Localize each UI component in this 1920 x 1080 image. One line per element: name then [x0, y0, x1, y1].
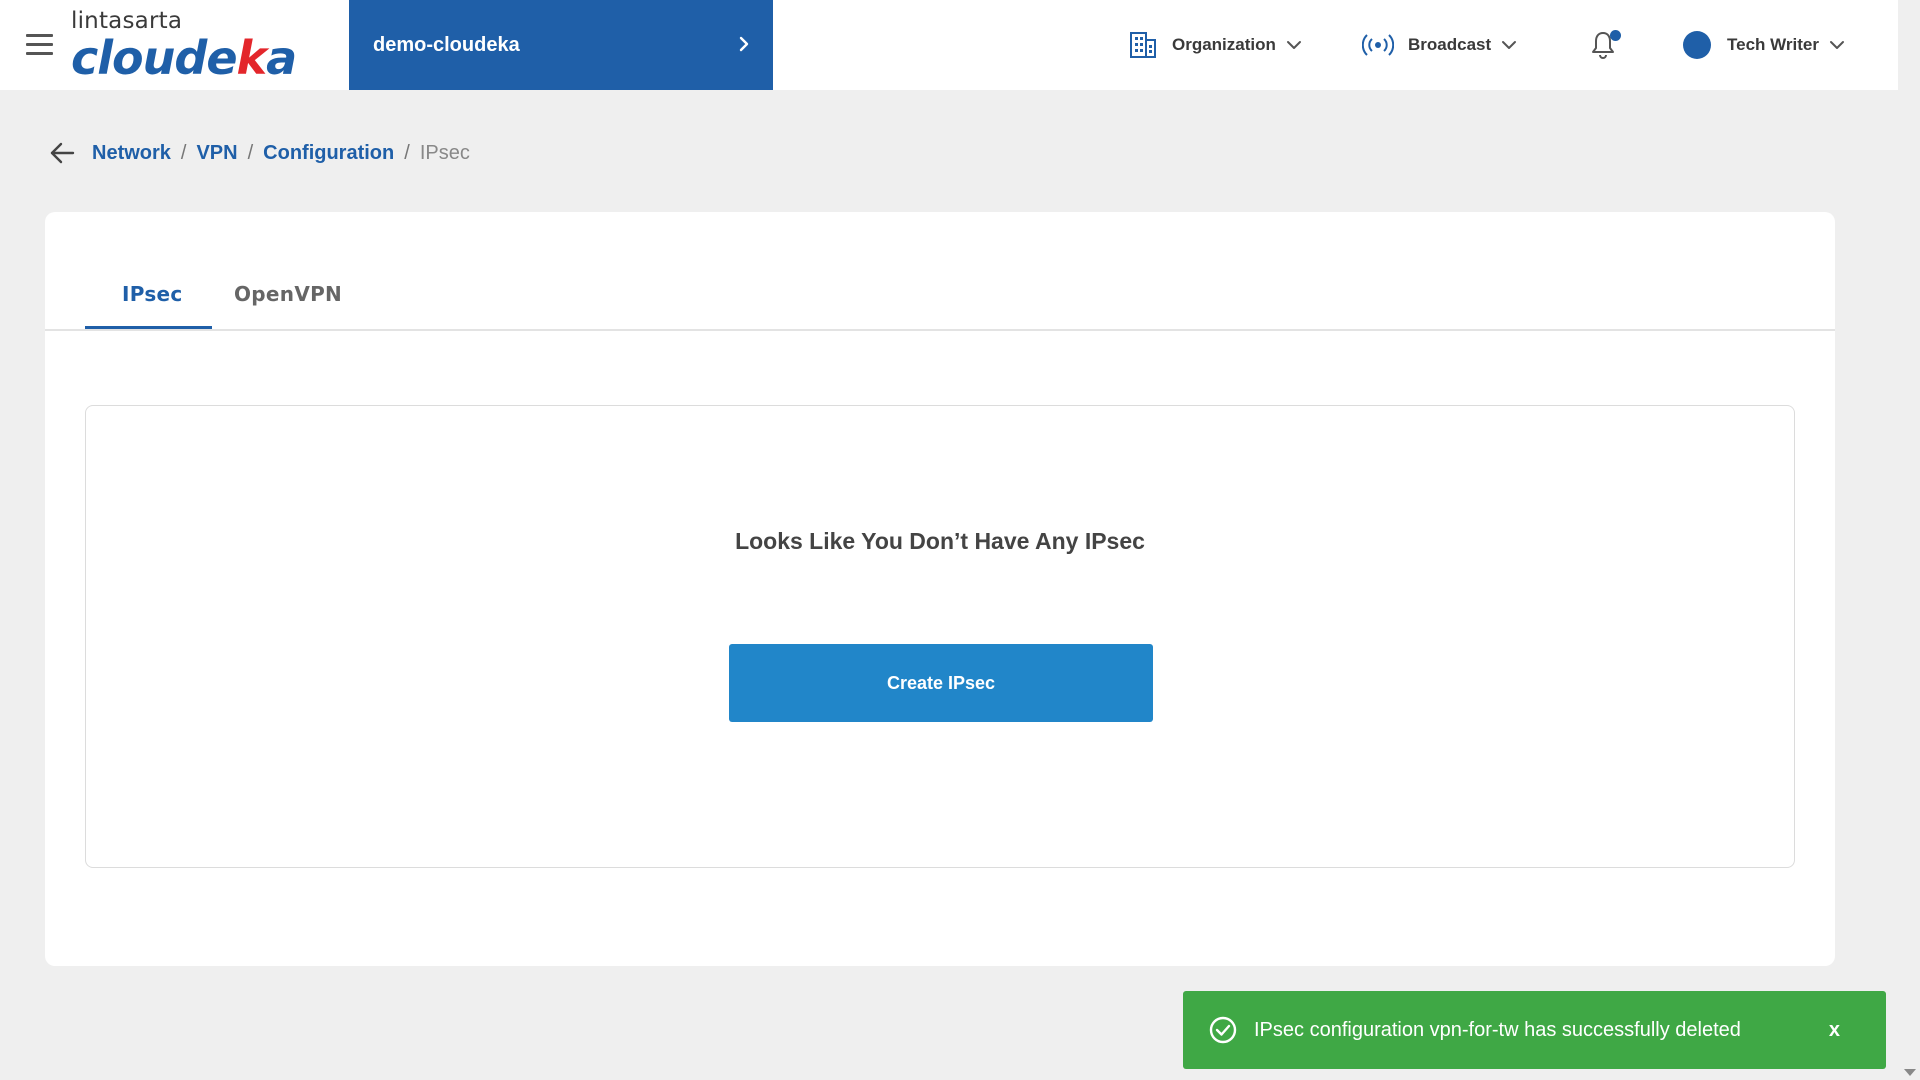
- arrow-left-icon: [50, 142, 75, 164]
- chevron-down-icon: [1829, 41, 1844, 49]
- building-icon: [1130, 32, 1156, 58]
- chevron-down-icon: [1286, 41, 1301, 49]
- menu-icon[interactable]: [26, 34, 53, 55]
- check-circle-icon: [1209, 1016, 1237, 1044]
- top-header: lintasarta cloudeka demo-cloudeka Organi…: [0, 0, 1898, 90]
- logo-main-accent: k: [236, 31, 268, 85]
- back-button[interactable]: [48, 141, 76, 165]
- toast-close-button[interactable]: x: [1829, 1019, 1840, 1042]
- notification-dot: [1610, 30, 1621, 41]
- organization-menu[interactable]: Organization: [1128, 0, 1302, 90]
- user-menu[interactable]: Tech Writer: [1683, 0, 1845, 90]
- breadcrumb-separator: /: [180, 141, 187, 164]
- empty-state: Looks Like You Don’t Have Any IPsec Crea…: [85, 405, 1795, 868]
- chevron-right-icon: [739, 36, 749, 52]
- notifications-button[interactable]: [1578, 0, 1628, 90]
- breadcrumb-vpn[interactable]: VPN: [196, 142, 237, 165]
- logo-main-start: cloude: [71, 31, 238, 85]
- breadcrumb-network[interactable]: Network: [92, 142, 171, 165]
- tab-bar: IPsec OpenVPN: [45, 212, 1835, 331]
- avatar: [1683, 31, 1711, 59]
- main-card: IPsec OpenVPN Looks Like You Don’t Have …: [45, 212, 1835, 966]
- user-name: Tech Writer: [1727, 35, 1819, 54]
- broadcast-icon: [1362, 34, 1394, 56]
- empty-state-title: Looks Like You Don’t Have Any IPsec: [735, 528, 1145, 554]
- cloudeka-logo[interactable]: lintasarta cloudeka: [71, 8, 297, 82]
- organization-label: Organization: [1172, 35, 1276, 54]
- breadcrumb: Network / VPN / Configuration / IPsec: [48, 138, 470, 168]
- page-scrollbar[interactable]: [1898, 0, 1920, 1080]
- tab-ipsec[interactable]: IPsec: [122, 282, 183, 306]
- breadcrumb-separator: /: [404, 141, 410, 164]
- broadcast-label: Broadcast: [1408, 35, 1492, 54]
- logo-main-end: a: [266, 31, 297, 85]
- tab-openvpn[interactable]: OpenVPN: [234, 282, 342, 306]
- broadcast-menu[interactable]: Broadcast: [1362, 0, 1517, 90]
- toast-message: IPsec configuration vpn-for-tw has succe…: [1254, 1018, 1741, 1041]
- breadcrumb-current: IPsec: [419, 141, 470, 164]
- project-switcher[interactable]: demo-cloudeka: [349, 0, 773, 90]
- chevron-down-icon: [1502, 41, 1517, 49]
- scroll-down-arrow[interactable]: [1904, 1069, 1916, 1076]
- logo-top-text: lintasarta: [71, 8, 183, 34]
- breadcrumb-separator: /: [247, 141, 254, 164]
- create-ipsec-button[interactable]: Create IPsec: [729, 644, 1153, 722]
- active-tab-indicator: [85, 326, 212, 329]
- logo-main-text: cloudeka: [71, 35, 297, 81]
- success-toast: IPsec configuration vpn-for-tw has succe…: [1183, 991, 1886, 1069]
- breadcrumb-configuration[interactable]: Configuration: [263, 142, 394, 165]
- project-name: demo-cloudeka: [373, 33, 520, 56]
